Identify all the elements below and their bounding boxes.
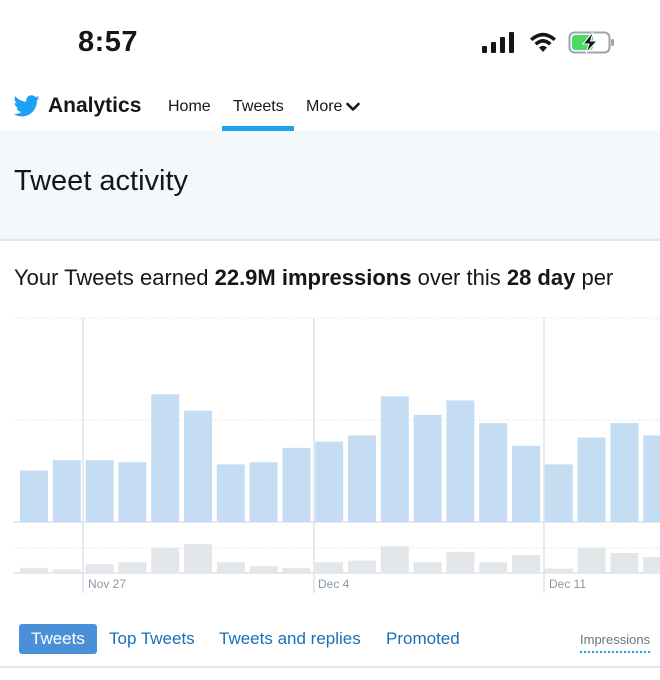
activity-tabs: Tweets Top Tweets Tweets and replies Pro… [0, 620, 660, 668]
impressions-bar[interactable] [216, 464, 245, 522]
impressions-bar[interactable] [249, 462, 278, 522]
tab-tweets[interactable]: Tweets [19, 624, 97, 654]
engagement-bar[interactable] [413, 562, 442, 573]
summary-suffix: per [575, 265, 614, 290]
engagement-bar[interactable] [348, 560, 376, 573]
tab-top-tweets[interactable]: Top Tweets [109, 629, 195, 649]
status-time: 8:57 [78, 26, 139, 58]
engagement-bar[interactable] [184, 544, 212, 573]
impressions-bar[interactable] [52, 460, 81, 522]
summary-middle: over this [411, 265, 507, 290]
engagement-bar[interactable] [20, 567, 48, 573]
impressions-bar[interactable] [20, 470, 48, 523]
engagement-bar[interactable] [151, 547, 180, 573]
engagement-bar[interactable] [249, 566, 278, 573]
impressions-bar[interactable] [118, 462, 147, 522]
impressions-bar[interactable] [380, 396, 409, 522]
engagement-bar[interactable] [85, 564, 114, 573]
summary-prefix: Your Tweets earned [14, 265, 215, 290]
date-tick-label: Dec 4 [318, 577, 350, 591]
impressions-bar[interactable] [315, 441, 344, 522]
engagement-bar[interactable] [577, 547, 606, 573]
impressions-bar[interactable] [282, 447, 311, 522]
twitter-bird-icon [14, 95, 40, 117]
engagement-bar[interactable] [380, 546, 409, 573]
engagement-bar[interactable] [52, 569, 81, 573]
date-tick-label: Dec 11 [549, 577, 586, 591]
impressions-bar[interactable] [479, 423, 508, 522]
impressions-bar[interactable] [151, 394, 180, 522]
impressions-bar[interactable] [610, 423, 639, 522]
impressions-summary: Your Tweets earned 22.9M impressions ove… [14, 265, 660, 291]
impressions-bar[interactable] [184, 410, 212, 522]
page-header: Tweet activity [0, 131, 660, 241]
wifi-icon [530, 32, 556, 52]
nav-more-label: More [306, 98, 343, 115]
impressions-bar[interactable] [348, 435, 376, 522]
chart-date-labels: Nov 27 Dec 4 Dec 11 [88, 577, 586, 591]
battery-charging-icon [568, 31, 614, 54]
page-title: Tweet activity [14, 165, 189, 197]
chart-bars [20, 394, 660, 573]
engagement-bar[interactable] [643, 557, 660, 573]
signal-icon [482, 32, 514, 53]
impressions-bar[interactable] [413, 414, 442, 522]
engagement-bar[interactable] [512, 555, 540, 573]
brand[interactable]: Analytics [14, 94, 141, 118]
nav-home[interactable]: Home [168, 98, 211, 116]
nav-more[interactable]: More [306, 98, 361, 116]
summary-impressions: 22.9M impressions [214, 265, 412, 290]
brand-title: Analytics [48, 94, 142, 117]
status-bar: 8:57 [0, 0, 660, 86]
engagement-bar[interactable] [610, 553, 639, 573]
date-tick-label: Nov 27 [88, 577, 126, 591]
engagement-bar[interactable] [479, 562, 508, 573]
tab-tweets-and-replies[interactable]: Tweets and replies [219, 629, 361, 649]
engagement-bar[interactable] [315, 562, 344, 573]
impressions-bar[interactable] [512, 445, 540, 522]
chevron-down-icon [346, 102, 361, 111]
tab-promoted[interactable]: Promoted [386, 629, 460, 649]
engagement-bar[interactable] [118, 562, 147, 573]
impressions-chart: Nov 27 Dec 4 Dec 11 [14, 317, 660, 593]
engagement-bar[interactable] [282, 567, 311, 573]
impressions-bar[interactable] [446, 400, 475, 522]
engagement-bar[interactable] [446, 551, 475, 573]
metric-selector[interactable]: Impressions [580, 632, 651, 653]
impressions-bar[interactable] [643, 435, 660, 522]
engagement-bar[interactable] [544, 568, 573, 573]
summary-period: 28 day [506, 265, 576, 290]
engagement-bar[interactable] [216, 562, 245, 573]
impressions-bar[interactable] [85, 460, 114, 522]
nav-tweets[interactable]: Tweets [233, 98, 284, 116]
impressions-bar[interactable] [577, 437, 606, 522]
impressions-bar[interactable] [544, 464, 573, 522]
nav-bar: Analytics Home Tweets More [0, 86, 660, 132]
